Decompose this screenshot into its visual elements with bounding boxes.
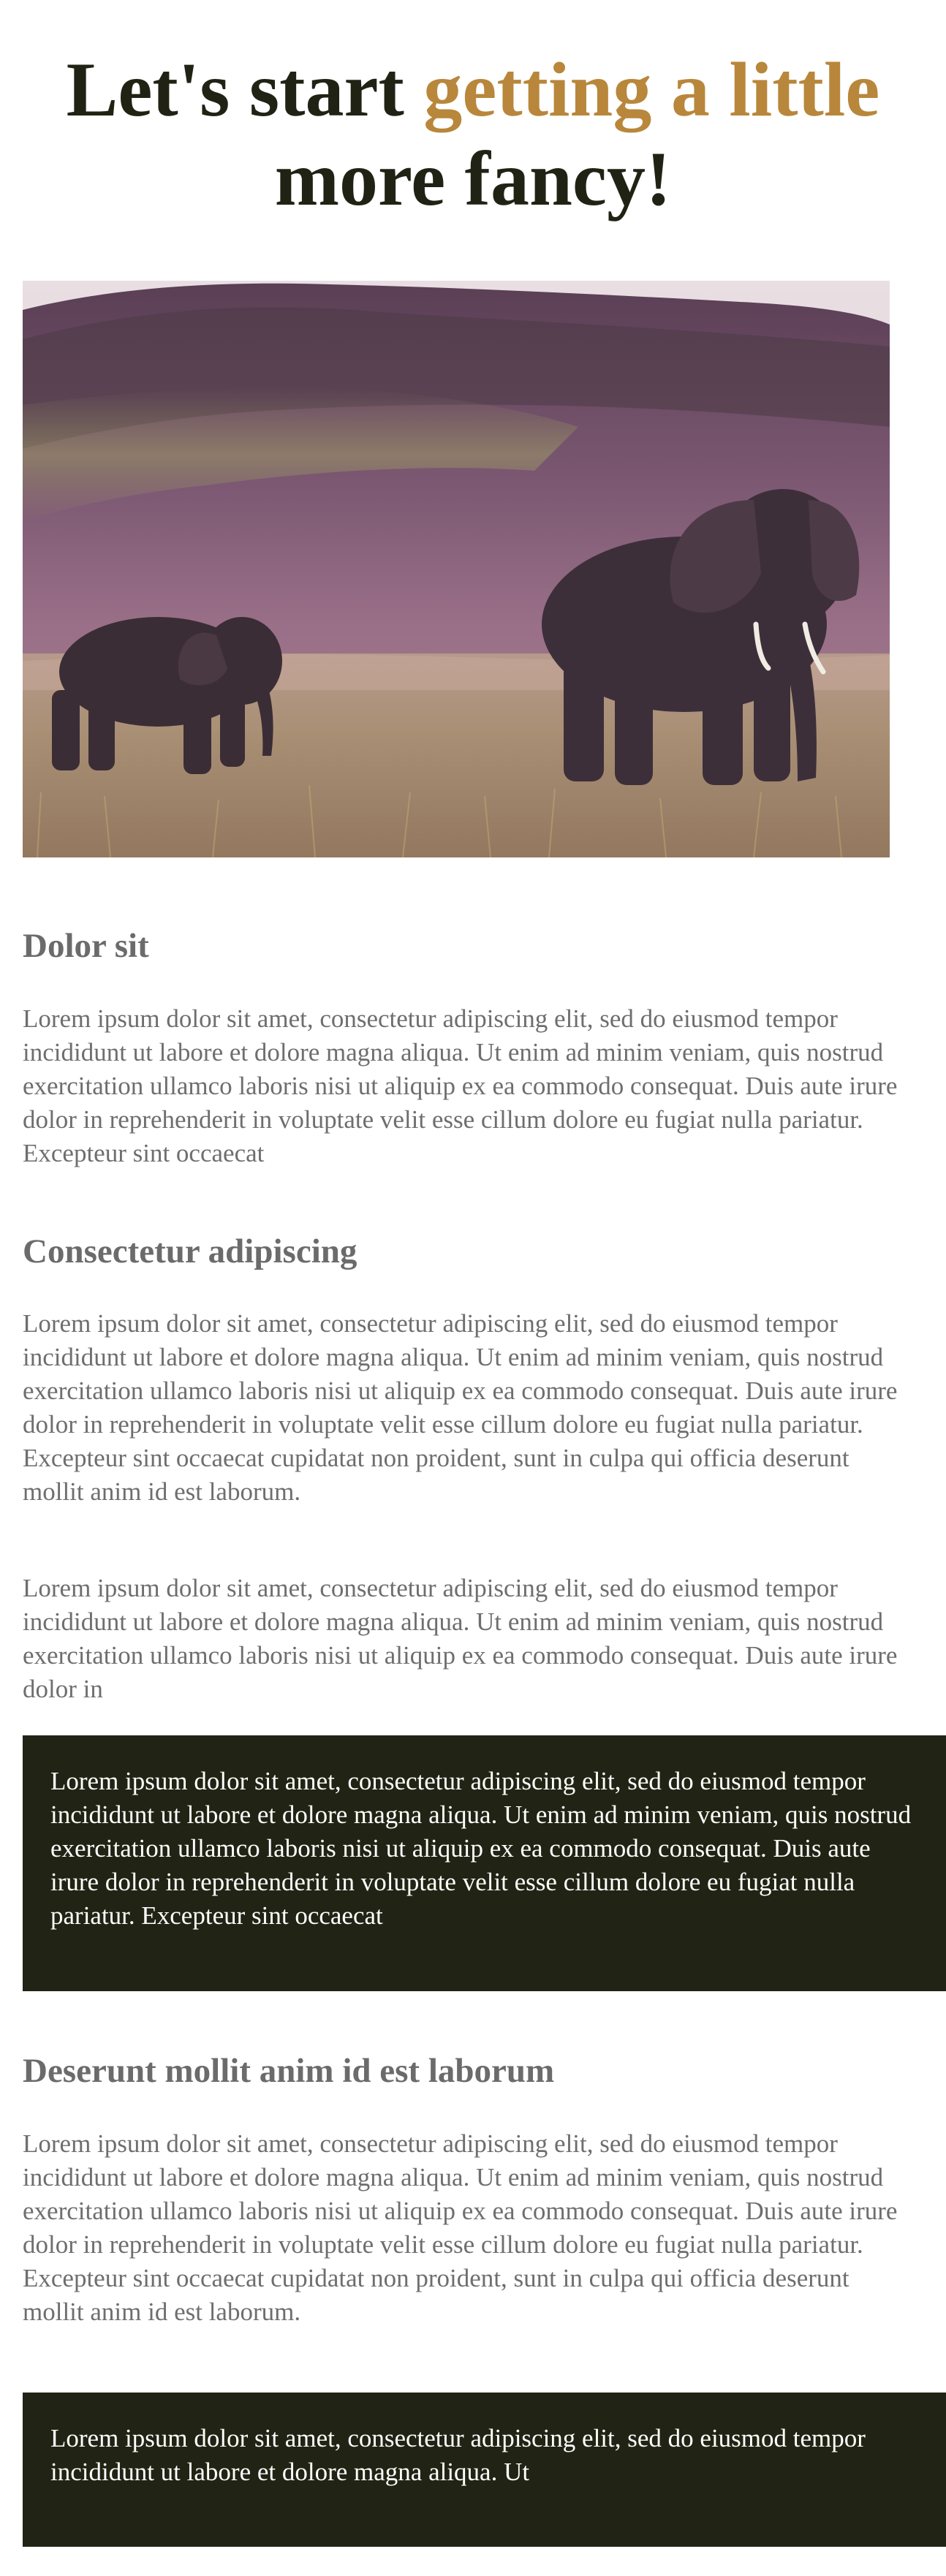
callout-text-1: Lorem ipsum dolor sit amet, consectetur … (50, 1767, 912, 1930)
callout-block-1: Lorem ipsum dolor sit amet, consectetur … (23, 1735, 946, 1991)
page-title: Let's start getting a little more fancy! (0, 45, 946, 224)
section-heading-dolor-sit: Dolor sit (23, 927, 149, 965)
title-part-1: Let's start (66, 47, 424, 132)
callout-text-2: Lorem ipsum dolor sit amet, consectetur … (50, 2424, 866, 2486)
title-part-2: more fancy! (274, 136, 672, 221)
section-heading-deserunt-mollit: Deserunt mollit anim id est laborum (23, 2052, 555, 2090)
section-3-paragraph-1: Lorem ipsum dolor sit amet, consectetur … (23, 2129, 898, 2326)
title-accent: getting a little (423, 47, 880, 132)
section-1-paragraph-1: Lorem ipsum dolor sit amet, consectetur … (23, 1004, 898, 1167)
callout-block-2: Lorem ipsum dolor sit amet, consectetur … (23, 2393, 946, 2547)
section-2-paragraph-2: Lorem ipsum dolor sit amet, consectetur … (23, 1574, 898, 1703)
elephants-illustration (23, 281, 890, 857)
elephants-photo (23, 281, 890, 857)
section-2-paragraph-1: Lorem ipsum dolor sit amet, consectetur … (23, 1309, 898, 1506)
section-heading-consectetur-adipiscing: Consectetur adipiscing (23, 1232, 357, 1270)
